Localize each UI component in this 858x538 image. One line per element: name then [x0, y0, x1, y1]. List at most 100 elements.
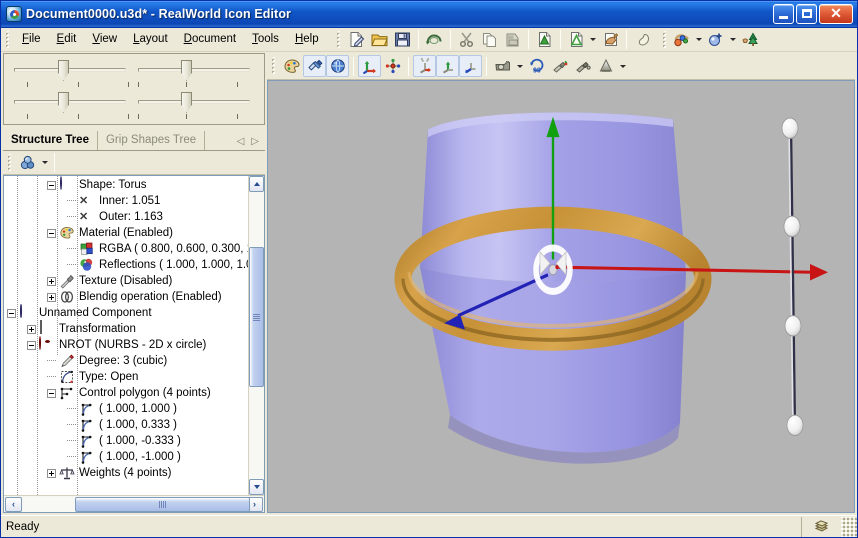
tree-row[interactable]: Transformation	[4, 320, 248, 337]
rotate-y-icon[interactable]	[436, 55, 459, 77]
slider-track[interactable]	[138, 68, 250, 72]
tab-structure-tree[interactable]: Structure Tree	[3, 131, 98, 150]
object-add-icon[interactable]	[16, 152, 39, 174]
slider-thumb[interactable]	[181, 60, 192, 81]
pin-dark-icon[interactable]	[571, 55, 594, 77]
rotate-90-icon[interactable]: 90	[525, 55, 548, 77]
structure-tree[interactable]: Shape: Torus ✕ Inner: 1.051 ✕ Outer: 1.163 Ma…	[4, 176, 248, 495]
cut-icon[interactable]	[455, 29, 478, 51]
expand-icon[interactable]	[47, 276, 56, 286]
layer-options-icon[interactable]	[565, 29, 588, 51]
menu-file[interactable]: File	[14, 30, 49, 49]
view-toolbar-gripper[interactable]	[270, 57, 278, 75]
toolbar-gripper-2[interactable]	[660, 30, 669, 49]
tab-scroll-left-icon[interactable]: ◁	[237, 137, 245, 147]
save-document-icon[interactable]	[391, 29, 414, 51]
add-object-icon[interactable]	[705, 29, 728, 51]
collapse-icon[interactable]	[47, 388, 56, 398]
layer-options-dropdown[interactable]	[588, 29, 599, 51]
minimize-button[interactable]	[773, 4, 794, 24]
tree-row[interactable]: Type: Open	[4, 369, 248, 385]
menu-view[interactable]: View	[84, 30, 125, 49]
toolbar-gripper-1[interactable]	[334, 30, 343, 49]
environment-globe-icon[interactable]	[326, 55, 349, 77]
new-document-icon[interactable]	[345, 29, 368, 51]
tab-grip-shapes-tree[interactable]: Grip Shapes Tree	[98, 131, 206, 150]
expand-icon[interactable]	[47, 468, 56, 478]
menu-help[interactable]: Help	[287, 30, 327, 49]
menu-document[interactable]: Document	[176, 30, 244, 49]
tree-row[interactable]: Degree: 3 (cubic)	[4, 353, 248, 369]
tree-object-icon[interactable]	[739, 29, 762, 51]
tree-row[interactable]: RGBA ( 0.800, 0.600, 0.300, 1.	[4, 241, 248, 257]
pin-light-icon[interactable]	[548, 55, 571, 77]
tab-scroll-right-icon[interactable]: ▷	[251, 137, 259, 147]
tree-row[interactable]: Weights (4 points)	[4, 465, 248, 481]
maximize-button[interactable]	[796, 4, 817, 24]
camera-icon[interactable]	[491, 55, 514, 77]
menu-edit[interactable]: Edit	[49, 30, 85, 49]
tree-row[interactable]: Material (Enabled)	[4, 225, 248, 241]
tree-row[interactable]: ( 1.000, -0.333 )	[4, 433, 248, 449]
menu-gripper[interactable]	[4, 30, 12, 49]
slider-bottom-right[interactable]	[134, 90, 258, 122]
menu-layout[interactable]: Layout	[125, 30, 176, 49]
tree-row[interactable]: Blendig operation (Enabled)	[4, 289, 248, 305]
close-button[interactable]: ✕	[819, 4, 853, 24]
tree-row[interactable]: Texture (Disabled)	[4, 273, 248, 289]
hscroll-left-button[interactable]: ‹	[5, 496, 22, 512]
color-picker-dropdown[interactable]	[694, 29, 705, 51]
slider-thumb[interactable]	[181, 92, 192, 113]
slider-track[interactable]	[14, 100, 126, 104]
resize-grip[interactable]	[841, 516, 857, 537]
tree-row[interactable]: ✕ Outer: 1.163	[4, 209, 248, 225]
scroll-track[interactable]	[249, 192, 264, 479]
object-add-dropdown[interactable]	[39, 152, 50, 174]
collapse-icon[interactable]	[27, 340, 36, 350]
menu-tools[interactable]: Tools	[244, 30, 287, 49]
undo-icon[interactable]	[423, 29, 446, 51]
slider-top-right[interactable]	[134, 58, 258, 90]
rotate-z-icon[interactable]	[459, 55, 482, 77]
axes-center-icon[interactable]	[381, 55, 404, 77]
rotate-x-icon[interactable]	[413, 55, 436, 77]
tree-row[interactable]: ( 1.000, 0.333 )	[4, 417, 248, 433]
scroll-down-button[interactable]	[249, 479, 264, 495]
slider-top-left[interactable]	[10, 58, 134, 90]
color-picker-icon[interactable]	[671, 29, 694, 51]
collapse-icon[interactable]	[7, 308, 16, 318]
material-palette-icon[interactable]	[280, 55, 303, 77]
scroll-thumb[interactable]	[249, 247, 264, 387]
tree-horizontal-scrollbar[interactable]: ‹ ›	[4, 495, 264, 512]
tree-row[interactable]: Shape: Torus	[4, 176, 248, 193]
slider-track[interactable]	[14, 68, 126, 72]
scroll-up-button[interactable]	[249, 176, 264, 192]
tree-row[interactable]: NROT (NURBS - 2D x circle)	[4, 336, 248, 353]
tree-row[interactable]: Reflections ( 1.000, 1.000, 1.00	[4, 257, 248, 273]
open-document-icon[interactable]	[368, 29, 391, 51]
3d-viewport[interactable]	[267, 80, 855, 513]
tree-row[interactable]: ( 1.000, -1.000 )	[4, 449, 248, 465]
tree-row[interactable]: ✕ Inner: 1.051	[4, 193, 248, 209]
gradient-dropdown[interactable]	[617, 55, 628, 77]
collapse-icon[interactable]	[47, 180, 56, 190]
slider-thumb[interactable]	[58, 60, 69, 81]
add-layer-icon[interactable]	[533, 29, 556, 51]
expand-icon[interactable]	[27, 324, 36, 334]
tree-row[interactable]: Unnamed Component	[4, 304, 248, 321]
camera-dropdown[interactable]	[514, 55, 525, 77]
collapse-icon[interactable]	[47, 228, 56, 238]
status-pane[interactable]	[801, 516, 841, 537]
slider-bottom-left[interactable]	[10, 90, 134, 122]
paste-icon[interactable]	[501, 29, 524, 51]
hscroll-track[interactable]	[23, 496, 250, 512]
tree-toolbar-gripper[interactable]	[6, 153, 14, 172]
tree-vertical-scrollbar[interactable]	[248, 176, 264, 495]
apply-effect-icon[interactable]	[599, 29, 622, 51]
hscroll-thumb[interactable]	[75, 496, 250, 512]
slider-thumb[interactable]	[58, 92, 69, 113]
slider-track[interactable]	[138, 100, 250, 104]
gradient-cone-icon[interactable]	[594, 55, 617, 77]
tree-row[interactable]: Control polygon (4 points)	[4, 385, 248, 401]
expand-icon[interactable]	[47, 292, 56, 302]
